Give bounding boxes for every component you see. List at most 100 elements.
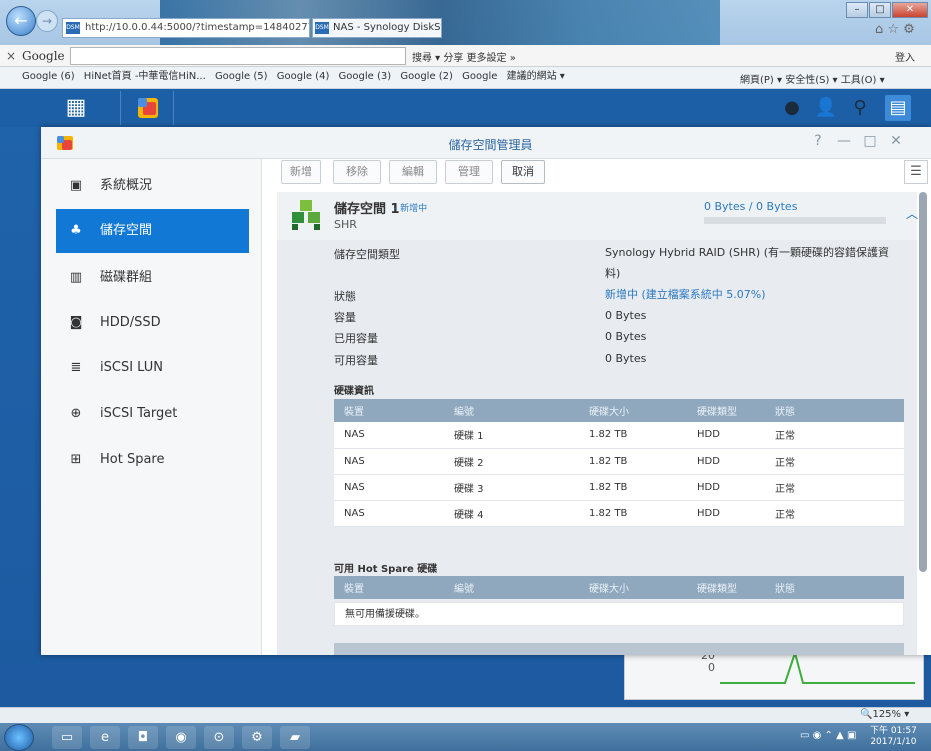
hot-spare-title: 可用 Hot Spare 硬碟 [334,564,438,575]
window-title: 儲存空間管理員 [448,138,533,152]
google-search-input[interactable] [70,47,406,65]
cell-type: HDD [687,500,765,527]
system-tray[interactable]: ▭ ◉ ⌃ ▲ ▣ [800,730,856,741]
command-bar: 網頁(P) ▾ 安全性(S) ▾ 工具(O) ▾ [740,71,885,86]
favorite-link[interactable]: Google (6) [22,71,75,82]
sidebar-item-label: 磁碟群組 [100,270,153,285]
chevron-up-icon[interactable]: ︿ [906,205,918,222]
utility-icon[interactable]: ⚙ [242,726,272,749]
clock-time: 下午 01:57 [870,726,917,736]
google-tools[interactable]: 搜尋 ▾ 分享 更多設定 » [412,49,516,64]
favorite-link[interactable]: Google (3) [339,71,392,82]
cell-disk: 硬碟 1 [444,422,579,449]
forward-icon[interactable]: → [36,10,58,32]
user-icon[interactable]: 👤 [813,95,839,121]
sidebar-item-label: iSCSI Target [100,406,178,421]
favorite-link[interactable]: Google (2) [400,71,453,82]
sort-menu-icon[interactable]: ☰ [904,160,928,184]
chrome-icon[interactable]: ◉ [166,726,196,749]
sidebar-item-label: HDD/SSD [100,315,161,330]
table-row[interactable]: NAS 硬碟 3 1.82 TB HDD 正常 [334,474,904,501]
detail-label: 狀態 [334,290,356,303]
sidebar-item-hot-spare[interactable]: ⊞ Hot Spare [56,438,249,482]
volume-icon: ♣ [70,223,82,238]
outlook-icon[interactable]: ◘ [128,726,158,749]
column-header: 硬碟大小 [579,576,687,599]
volume-capacity-summary: 0 Bytes / 0 Bytes [704,200,798,213]
minimize-icon[interactable]: – [846,2,868,18]
volume-cubes-icon [288,198,324,232]
iscsi-target-icon: ⊕ [70,406,82,421]
table-row[interactable]: NAS 硬碟 4 1.82 TB HDD 正常 [334,500,904,527]
search-icon[interactable]: ⚲ [847,95,873,121]
favorite-link[interactable]: HiNet首頁 -中華電信HiN... [84,71,206,82]
cell-device: NAS [334,422,444,449]
create-button[interactable]: 新增 [281,160,321,184]
sidebar-item-disk-group[interactable]: ▥ 磁碟群組 [56,256,249,300]
column-header: 狀態 [765,576,904,599]
detail-value: 0 Bytes [605,330,647,343]
cell-type: HDD [687,422,765,449]
app-icon[interactable]: ⊙ [204,726,234,749]
column-header: 狀態 [765,399,904,422]
favorite-link[interactable]: Google (4) [277,71,330,82]
column-header: 裝置 [334,576,444,599]
minimize-icon[interactable]: — [831,133,857,149]
printer-icon[interactable]: ▰ [280,726,310,749]
tab-favicon-icon: DSM [315,22,329,34]
sidebar-item-iscsi-target[interactable]: ⊕ iSCSI Target [56,392,249,436]
clock[interactable]: 下午 01:57 2017/1/10 [870,726,917,748]
overview-icon: ▣ [69,178,83,193]
command-bar-menus[interactable]: 網頁(P) ▾ 安全性(S) ▾ 工具(O) ▾ [740,75,885,86]
maximize-icon[interactable]: □ [869,2,891,18]
close-toolbar-icon[interactable]: × [6,49,16,63]
maximize-icon[interactable]: □ [857,133,883,149]
column-header: 編號 [444,576,579,599]
favorite-link[interactable]: 建議的網站 ▾ [507,71,565,82]
explorer-icon[interactable]: ▭ [52,726,82,749]
sidebar-item-overview[interactable]: ▣ 系統概況 [56,164,249,208]
ie-icon[interactable]: e [90,726,120,749]
detail-value-status[interactable]: 新增中 (建立檔案系統中 5.07%) [605,284,895,305]
table-row[interactable]: NAS 硬碟 1 1.82 TB HDD 正常 [334,422,904,449]
cell-size: 1.82 TB [579,448,687,475]
main-menu-icon[interactable]: ▦ [48,91,104,125]
remove-button[interactable]: 移除 [333,160,381,184]
help-icon[interactable]: ? [805,133,831,149]
zoom-level[interactable]: 🔍125% ▾ [860,709,909,720]
iscsi-lun-icon: ≣ [70,360,82,375]
table-row[interactable]: NAS 硬碟 2 1.82 TB HDD 正常 [334,448,904,475]
cell-size: 1.82 TB [579,474,687,501]
detail-value: 0 Bytes [605,309,647,322]
storage-manager-task-icon[interactable] [120,91,174,125]
widgets-icon[interactable]: ▤ [885,95,911,121]
site-favicon-icon: DSM [66,22,80,34]
start-icon[interactable] [4,724,34,751]
cell-device: NAS [334,500,444,527]
column-header: 硬碟類型 [687,399,765,422]
cell-status: 正常 [765,448,904,475]
address-bar[interactable]: http://10.0.0.44:5000/?timestamp=1484027… [62,18,310,38]
sidebar-item-iscsi-lun[interactable]: ≣ iSCSI LUN [56,346,249,390]
column-header: 硬碟類型 [687,576,765,599]
chat-icon[interactable]: ● [779,95,805,121]
cell-device: NAS [334,474,444,501]
back-icon[interactable]: ← [6,6,36,36]
close-icon[interactable]: ✕ [892,2,928,18]
close-icon[interactable]: ✕ [883,133,909,149]
favorite-link[interactable]: Google (5) [215,71,268,82]
edit-button[interactable]: 編輯 [389,160,437,184]
sidebar-item-volume[interactable]: ♣ 儲存空間 [56,209,249,253]
sidebar-item-hdd-ssd[interactable]: ◙ HDD/SSD [56,301,249,345]
login-link[interactable]: 登入 [895,49,915,64]
manage-button[interactable]: 管理 [445,160,493,184]
cell-status: 正常 [765,474,904,501]
cell-size: 1.82 TB [579,500,687,527]
widget-tick: 0 [708,661,715,674]
browser-tab[interactable]: NAS - Synology DiskStati... [312,18,442,38]
scrollbar[interactable] [919,192,927,572]
browser-home-star-icons: ⌂ ☆ ⚙ [875,22,915,37]
browser-statusbar [0,707,931,723]
favorite-link[interactable]: Google [462,71,497,82]
cancel-button[interactable]: 取消 [501,160,545,184]
